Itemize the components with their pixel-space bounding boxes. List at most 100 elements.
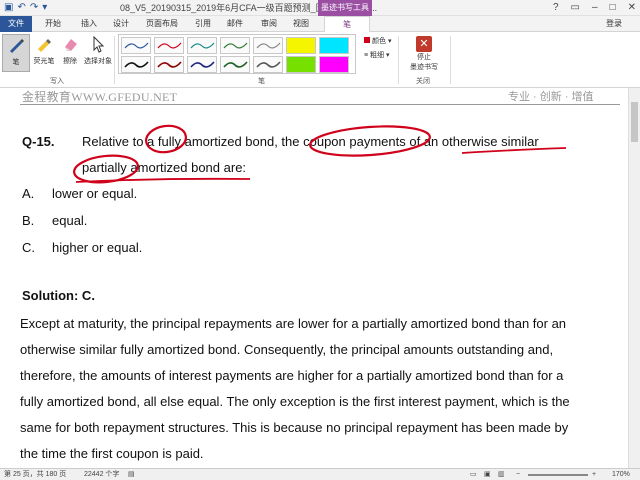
select-objects-button[interactable]: 选择对象 <box>84 34 112 66</box>
solution-line-3: therefore, the amounts of interest payme… <box>20 368 564 383</box>
option-c-letter: C. <box>22 240 35 255</box>
stop-inking-button[interactable]: ✕ 停止 墨迹书写 <box>400 34 448 72</box>
option-a-letter: A. <box>22 186 35 201</box>
question-line-2: partially amortized bond are: <box>82 160 247 175</box>
customize-icon[interactable]: ▾ <box>42 1 47 15</box>
question-number: Q-15. <box>22 134 55 149</box>
eraser-icon <box>60 34 80 54</box>
tab-layout[interactable]: 页面布局 <box>140 16 184 32</box>
status-bar: 第 25 页，共 180 页 22442 个字 ▤ ▭ ▣ ▥ − + 170% <box>0 468 640 480</box>
eraser-tool-label: 擦除 <box>63 58 77 65</box>
page-header-right: 专业 · 创新 · 增值 <box>508 91 594 103</box>
solution-line-4: fully amortized bond, all else equal. Th… <box>20 394 570 409</box>
eraser-tool-button[interactable]: 擦除 <box>56 34 84 66</box>
stop-inking-label-1: 停止 <box>417 54 431 61</box>
pen-swatch-red[interactable] <box>154 37 184 54</box>
status-page-count[interactable]: 第 25 页，共 180 页 <box>4 470 66 480</box>
solution-title: Solution: C. <box>22 288 95 303</box>
close-button[interactable]: ✕ <box>628 0 636 16</box>
zoom-in-icon[interactable]: + <box>592 470 596 480</box>
group-label-write: 写入 <box>50 78 64 85</box>
title-bar: ▣ ↶ ↷ ▾ 08_V5_20190315_2019年6月CFA一级百题预测_… <box>0 0 640 16</box>
proofing-icon[interactable]: ▤ <box>128 470 135 480</box>
color-swatch-icon <box>364 37 370 43</box>
group-label-close: 关闭 <box>416 78 430 85</box>
zoom-slider[interactable] <box>528 474 588 476</box>
thickness-icon: ≡ <box>364 52 369 59</box>
print-layout-icon[interactable]: ▣ <box>484 470 491 480</box>
select-objects-label: 选择对象 <box>84 58 112 65</box>
question-line-1: Relative to a fully amortized bond, the … <box>82 134 539 149</box>
solution-line-6: the time the first coupon is paid. <box>20 446 204 461</box>
status-word-count[interactable]: 22442 个字 <box>84 470 119 480</box>
stop-inking-label-2: 墨迹书写 <box>410 64 438 71</box>
login-link[interactable]: 登录 <box>606 16 622 32</box>
ribbon-display-icon[interactable]: ▭ <box>571 0 580 16</box>
minimize-button[interactable]: – <box>592 0 598 16</box>
document-page[interactable]: 金程教育WWW.GFEDU.NET 专业 · 创新 · 增值 Q-15. Rel… <box>0 88 628 468</box>
pen-swatch-black[interactable] <box>121 56 151 73</box>
tab-pen[interactable]: 笔 <box>324 16 370 32</box>
pen-color-label: 颜色 <box>372 38 386 45</box>
tab-view[interactable]: 视图 <box>286 16 316 32</box>
tab-mailings[interactable]: 邮件 <box>220 16 250 32</box>
ink-tools-context-label: 墨迹书写工具 <box>318 0 372 16</box>
highlighter-swatch-green[interactable] <box>286 56 316 73</box>
option-b-letter: B. <box>22 213 35 228</box>
pen-swatch-gray[interactable] <box>253 37 283 54</box>
window-controls: ? ▭ – □ ✕ <box>553 0 636 16</box>
tab-home[interactable]: 开始 <box>38 16 68 32</box>
solution-line-1: Except at maturity, the principal repaym… <box>20 316 567 331</box>
solution-line-2: otherwise similar fully amortized bond. … <box>20 342 554 357</box>
pen-swatch-darkblue[interactable] <box>187 56 217 73</box>
tab-file[interactable]: 文件 <box>0 16 32 32</box>
pen-icon <box>6 35 26 55</box>
zoom-out-icon[interactable]: − <box>516 470 520 480</box>
read-mode-icon[interactable]: ▭ <box>470 470 477 480</box>
highlighter-swatch-cyan[interactable] <box>319 37 349 54</box>
group-separator <box>450 36 451 84</box>
header-rule <box>20 104 620 105</box>
option-a-text: lower or equal. <box>52 186 138 201</box>
pen-tool-label: 笔 <box>12 59 20 66</box>
stop-x-icon: ✕ <box>416 36 432 52</box>
pen-color-dropdown[interactable]: 颜色 ▾ <box>364 36 391 46</box>
cursor-arrow-icon <box>88 34 108 54</box>
web-layout-icon[interactable]: ▥ <box>498 470 505 480</box>
pen-swatch-teal[interactable] <box>187 37 217 54</box>
pen-gallery <box>118 34 356 74</box>
group-label-pen: 笔 <box>258 78 265 85</box>
tab-references[interactable]: 引用 <box>188 16 218 32</box>
highlighter-swatch-yellow[interactable] <box>286 37 316 54</box>
option-b-text: equal. <box>52 213 88 228</box>
pen-tool-button[interactable]: 笔 <box>2 34 30 72</box>
ink-underline-amortized-bond <box>75 177 251 183</box>
tab-design[interactable]: 设计 <box>106 16 136 32</box>
pen-swatch-green[interactable] <box>220 37 250 54</box>
redo-icon[interactable]: ↷ <box>30 1 38 15</box>
pen-swatch-blue[interactable] <box>121 37 151 54</box>
highlighter-tool-label: 荧光笔 <box>33 58 55 65</box>
solution-line-5: same for both repayment structures. This… <box>20 420 569 435</box>
pen-swatch-darkred[interactable] <box>154 56 184 73</box>
maximize-button[interactable]: □ <box>610 0 616 16</box>
pen-swatch-darkgreen[interactable] <box>220 56 250 73</box>
ribbon-tabs: 文件 开始 插入 设计 页面布局 引用 邮件 审阅 视图 笔 登录 <box>0 16 640 32</box>
group-separator <box>114 36 115 84</box>
undo-icon[interactable]: ↶ <box>17 1 25 15</box>
pen-thickness-label: 粗细 <box>370 52 385 59</box>
zoom-level[interactable]: 170% <box>612 470 630 480</box>
quick-access-toolbar: ▣ ↶ ↷ ▾ <box>4 1 47 15</box>
vertical-scrollbar[interactable] <box>628 88 640 468</box>
scrollbar-thumb[interactable] <box>631 102 638 142</box>
highlighter-swatch-magenta[interactable] <box>319 56 349 73</box>
tab-insert[interactable]: 插入 <box>74 16 104 32</box>
pen-thickness-dropdown[interactable]: ≡ 粗细 ▾ <box>364 50 390 60</box>
pen-swatch-darkgray[interactable] <box>253 56 283 73</box>
tab-review[interactable]: 审阅 <box>254 16 284 32</box>
highlighter-tool-button[interactable]: 荧光笔 <box>30 34 58 66</box>
ribbon: 笔 荧光笔 擦除 选择对象 写入 颜色 ▾ ≡ 粗细 ▾ 笔 ✕ 停止 墨迹书写… <box>0 32 640 88</box>
highlighter-icon <box>34 34 54 54</box>
save-icon[interactable]: ▣ <box>4 1 13 15</box>
help-icon[interactable]: ? <box>553 0 559 16</box>
